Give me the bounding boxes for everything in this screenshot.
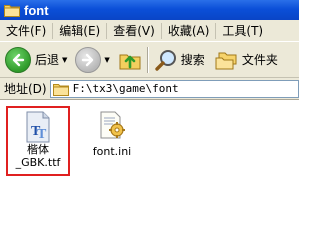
- folders-button[interactable]: 文件夹: [213, 45, 280, 75]
- menu-view[interactable]: 查看(V): [107, 22, 161, 39]
- search-button[interactable]: 搜索: [152, 45, 207, 75]
- standard-toolbar: 后退 ▼ ▼ 搜索 文件夹: [0, 42, 299, 78]
- file-name-line1: 楷体: [27, 143, 49, 156]
- file-item-font-ttf[interactable]: T T 楷体 _GBK.ttf: [6, 106, 70, 176]
- file-view[interactable]: T T 楷体 _GBK.ttf font.ini: [0, 101, 299, 241]
- folder-icon: [52, 82, 69, 96]
- svg-text:T: T: [37, 127, 47, 142]
- file-name-line2: _GBK.ttf: [15, 156, 61, 169]
- folders-label: 文件夹: [241, 53, 278, 67]
- forward-button[interactable]: ▼: [73, 45, 111, 75]
- menu-bar: 文件(F) 编辑(E) 查看(V) 收藏(A) 工具(T): [0, 20, 299, 42]
- title-bar[interactable]: font: [0, 0, 299, 20]
- search-label: 搜索: [180, 53, 205, 67]
- file-item-font-ini[interactable]: font.ini: [84, 109, 140, 169]
- menu-favorites[interactable]: 收藏(A): [162, 22, 216, 39]
- folders-icon: [215, 48, 239, 72]
- search-icon: [154, 48, 178, 72]
- folder-icon: [4, 3, 20, 17]
- address-path: F:\tx3\game\font: [72, 82, 179, 95]
- file-name: font.ini: [92, 145, 132, 158]
- back-dropdown-icon[interactable]: ▼: [62, 56, 67, 64]
- window-title: font: [24, 2, 49, 18]
- menu-edit[interactable]: 编辑(E): [53, 22, 106, 39]
- address-bar: 地址(D) F:\tx3\game\font: [0, 78, 299, 100]
- toolbar-divider: [146, 46, 149, 73]
- back-arrow-icon: [5, 46, 31, 73]
- up-folder-button[interactable]: [116, 45, 144, 75]
- config-settings-file-icon: [96, 109, 128, 141]
- forward-dropdown-icon[interactable]: ▼: [104, 56, 109, 64]
- up-folder-icon: [118, 48, 142, 72]
- address-input[interactable]: F:\tx3\game\font: [49, 79, 299, 98]
- back-button[interactable]: 后退 ▼: [3, 45, 69, 75]
- forward-arrow-icon: [75, 46, 102, 73]
- menu-tools[interactable]: 工具(T): [216, 22, 269, 39]
- truetype-font-icon: T T: [23, 111, 53, 143]
- menu-file[interactable]: 文件(F): [0, 22, 52, 39]
- back-label: 后退: [35, 53, 60, 67]
- address-label: 地址(D): [4, 82, 47, 96]
